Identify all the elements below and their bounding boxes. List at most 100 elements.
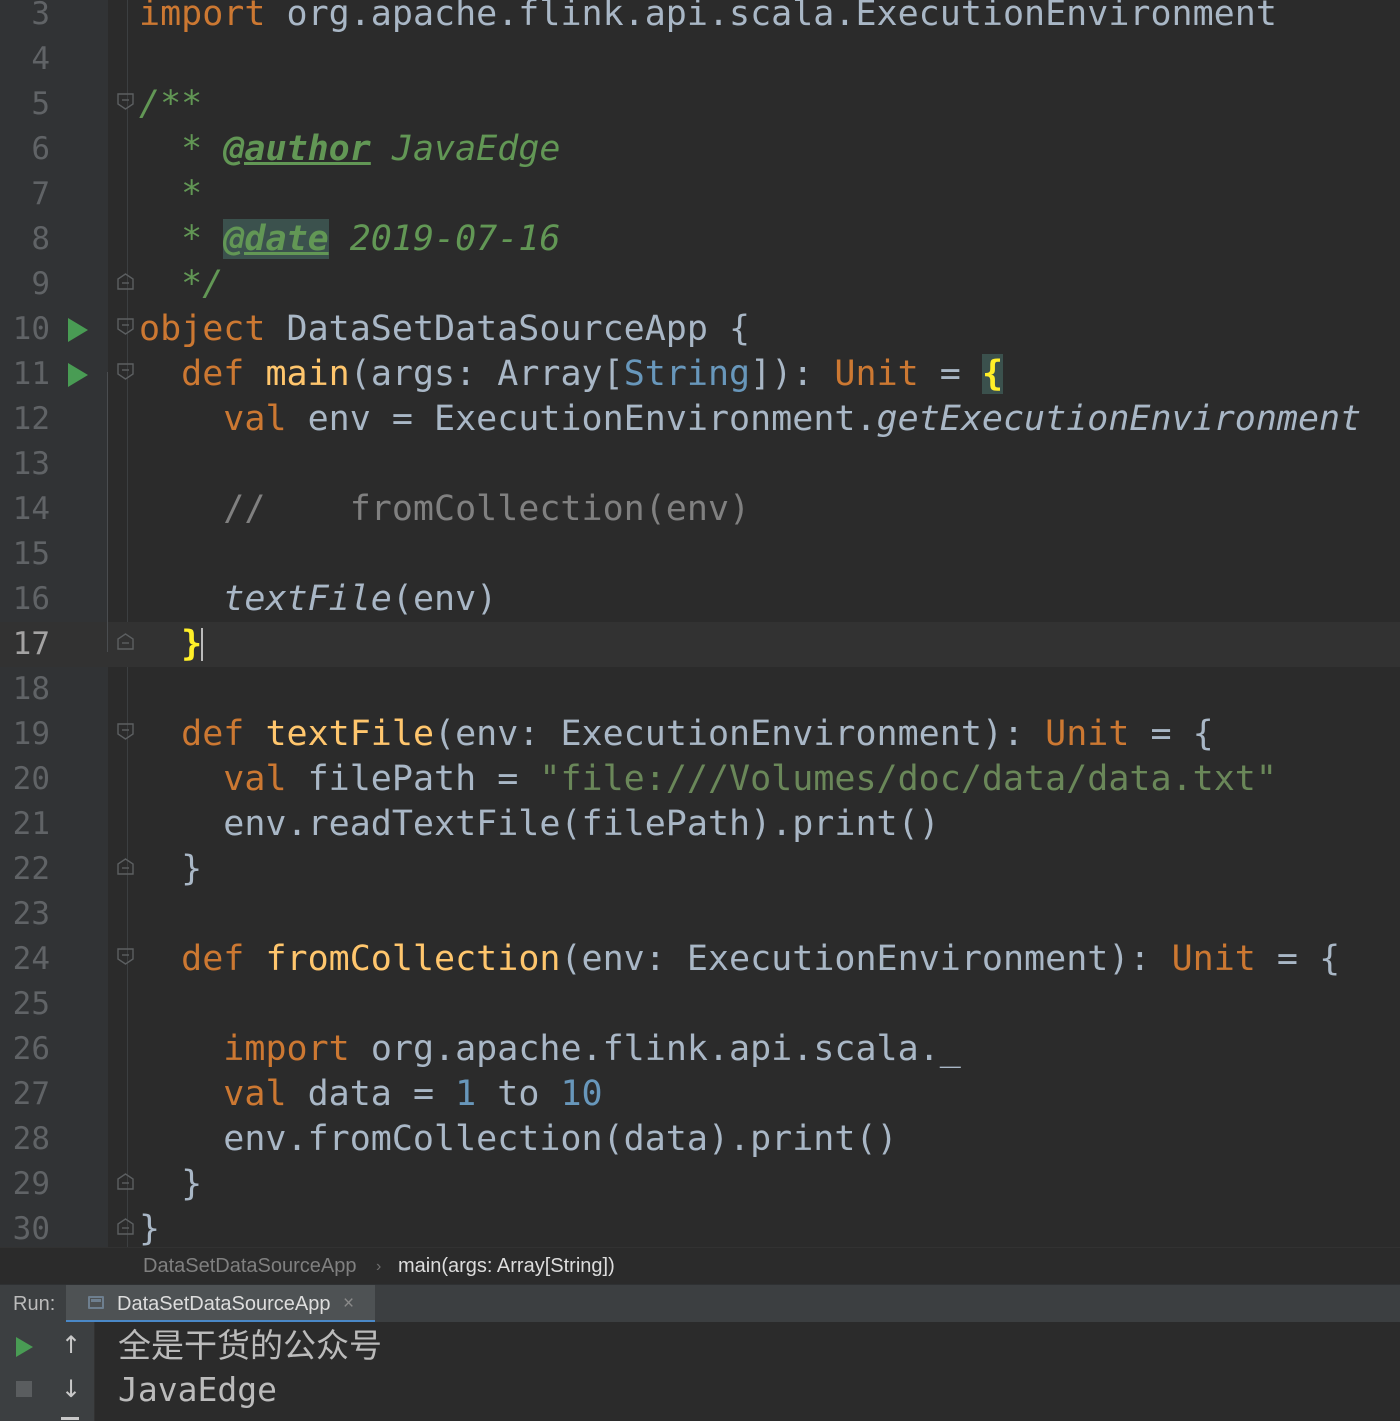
code-line[interactable]: 22 }	[0, 847, 1400, 892]
code-token: *	[139, 129, 224, 169]
code-line[interactable]: 8 * @date 2019-07-16	[0, 217, 1400, 262]
code-token: @date	[223, 219, 329, 259]
code-token: 2019-07-16	[328, 219, 561, 259]
code-token: 1	[455, 1074, 477, 1114]
run-tab-title: DataSetDataSourceApp	[117, 1293, 331, 1315]
fold-start-icon[interactable]	[117, 93, 134, 110]
fold-end-icon[interactable]	[117, 633, 134, 650]
code-token: filePath =	[307, 759, 540, 799]
line-number: 19	[12, 716, 50, 752]
code-token: Unit	[834, 354, 919, 394]
code-token: import	[139, 0, 287, 34]
breadcrumb-item-method[interactable]: main(args: Array[String])	[398, 1248, 615, 1285]
fold-end-icon[interactable]	[117, 1173, 134, 1190]
code-token: org.apache.flink.api.scala.ExecutionEnvi…	[286, 0, 1277, 34]
console-window-icon	[88, 1296, 104, 1309]
run-gutter-icon[interactable]	[68, 363, 88, 387]
line-number: 29	[12, 1166, 50, 1202]
code-line[interactable]: 26 import org.apache.flink.api.scala._	[0, 1027, 1400, 1072]
code-editor[interactable]: 3 import org.apache.flink.api.scala.Execu…	[0, 0, 1400, 1247]
code-text: val env = ExecutionEnvironment.getExecut…	[139, 397, 1361, 442]
code-token: }	[181, 624, 203, 664]
code-line[interactable]: 7 *	[0, 172, 1400, 217]
code-token: (env: ExecutionEnvironment):	[560, 939, 1172, 979]
code-token: main	[265, 354, 350, 394]
line-number: 4	[31, 41, 50, 77]
code-token: val	[223, 399, 308, 439]
code-line[interactable]: 19 def textFile(env: ExecutionEnvironmen…	[0, 712, 1400, 757]
code-line[interactable]: 12 val env = ExecutionEnvironment.getExe…	[0, 397, 1400, 442]
code-line[interactable]: 3 import org.apache.flink.api.scala.Execu…	[0, 0, 1400, 37]
code-line[interactable]: 17 }	[0, 622, 1400, 667]
breadcrumb-item-object[interactable]: DataSetDataSourceApp	[143, 1248, 356, 1285]
code-line[interactable]: 9 */	[0, 262, 1400, 307]
code-line[interactable]: 13	[0, 442, 1400, 487]
code-text: }	[139, 847, 202, 892]
code-token: fromCollection	[265, 939, 561, 979]
code-line[interactable]: 30}	[0, 1207, 1400, 1247]
code-token: env.readTextFile(filePath).print()	[139, 804, 940, 844]
code-token: {	[981, 354, 1004, 394]
code-text: def main(args: Array[String]): Unit = {	[139, 352, 1004, 397]
fold-start-icon[interactable]	[117, 723, 134, 740]
line-number: 16	[12, 581, 50, 617]
code-line[interactable]: 28 env.fromCollection(data).print()	[0, 1117, 1400, 1162]
line-number: 13	[12, 446, 50, 482]
code-token: getExecutionEnvironment	[876, 399, 1362, 439]
code-line[interactable]: 29 }	[0, 1162, 1400, 1207]
console-output-line: 全是干货的公众号	[118, 1326, 382, 1365]
code-token: }	[139, 1209, 161, 1247]
line-number: 28	[12, 1121, 50, 1157]
code-token: JavaEdge	[370, 129, 561, 169]
code-line[interactable]: 4	[0, 37, 1400, 82]
code-token: }	[139, 849, 203, 889]
code-line[interactable]: 14 // fromCollection(env)	[0, 487, 1400, 532]
soft-wrap-icon[interactable]	[61, 1417, 79, 1420]
code-line[interactable]: 6 * @author JavaEdge	[0, 127, 1400, 172]
code-line[interactable]: 15	[0, 532, 1400, 577]
scroll-down-arrow-icon[interactable]: ↓	[61, 1374, 81, 1404]
code-line[interactable]: 27 val data = 1 to 10	[0, 1072, 1400, 1117]
fold-start-icon[interactable]	[117, 948, 134, 965]
code-line[interactable]: 24 def fromCollection(env: ExecutionEnvi…	[0, 937, 1400, 982]
run-gutter-icon[interactable]	[68, 318, 88, 342]
code-line[interactable]: 21 env.readTextFile(filePath).print()	[0, 802, 1400, 847]
code-line[interactable]: 11 def main(args: Array[String]): Unit =…	[0, 352, 1400, 397]
code-line[interactable]: 10 object DataSetDataSourceApp {	[0, 307, 1400, 352]
code-token: textFile	[265, 714, 435, 754]
code-text: /**	[139, 82, 202, 127]
fold-end-icon[interactable]	[117, 858, 134, 875]
code-line[interactable]: 18	[0, 667, 1400, 712]
code-token: = {	[1129, 714, 1214, 754]
scroll-up-arrow-icon[interactable]: ↑	[61, 1330, 81, 1360]
code-line[interactable]: 25	[0, 982, 1400, 1027]
run-panel-label: Run:	[13, 1293, 56, 1315]
fold-end-icon[interactable]	[117, 1218, 134, 1235]
code-token: String	[623, 354, 751, 394]
code-text: env.fromCollection(data).print()	[139, 1117, 897, 1162]
rerun-icon[interactable]	[16, 1337, 33, 1357]
code-line[interactable]: 23	[0, 892, 1400, 937]
fold-start-icon[interactable]	[117, 363, 134, 380]
code-line[interactable]: 16 textFile(env)	[0, 577, 1400, 622]
code-token: "file:///Volumes/doc/data/data.txt"	[539, 759, 1277, 799]
code-token: data =	[307, 1074, 456, 1114]
close-tab-icon[interactable]: ×	[343, 1285, 354, 1323]
fold-end-icon[interactable]	[117, 273, 134, 290]
fold-start-icon[interactable]	[117, 318, 134, 335]
code-line[interactable]: 5 /**	[0, 82, 1400, 127]
stop-icon[interactable]	[16, 1381, 32, 1397]
code-token: import	[223, 1029, 371, 1069]
run-toolbar	[0, 1322, 49, 1421]
run-tab[interactable]: DataSetDataSourceApp ×	[66, 1285, 375, 1323]
code-text: */	[139, 262, 223, 307]
code-text: def textFile(env: ExecutionEnvironment):…	[139, 712, 1214, 757]
code-token: */	[139, 264, 224, 304]
breadcrumb: DataSetDataSourceApp › main(args: Array[…	[0, 1247, 1400, 1285]
code-line[interactable]: 20 val filePath = "file:///Volumes/doc/d…	[0, 757, 1400, 802]
